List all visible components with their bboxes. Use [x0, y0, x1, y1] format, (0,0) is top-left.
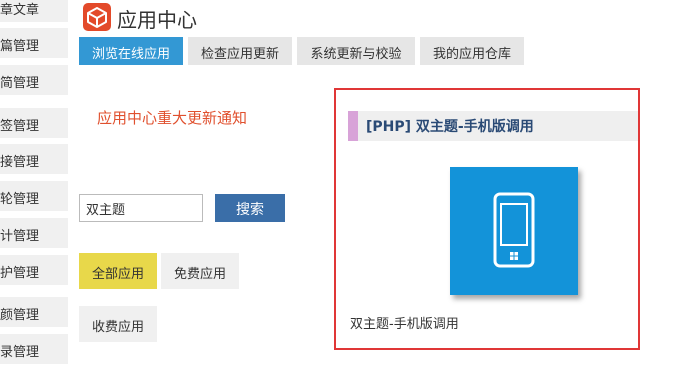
sidebar-item-briefs[interactable]: 简管理 [0, 65, 68, 95]
sidebar: 章文章 篇管理 简管理 签管理 接管理 轮管理 计管理 护管理 颜管理 录管理 [0, 0, 70, 377]
tab-browse-online[interactable]: 浏览在线应用 [79, 37, 183, 65]
sidebar-item-label: 签管理 [0, 119, 40, 134]
sidebar-item-carousel[interactable]: 轮管理 [0, 181, 68, 211]
sidebar-item-label: 护管理 [0, 266, 40, 281]
page-title: 应用中心 [117, 8, 197, 32]
sidebar-item-label: 章文章 [0, 3, 40, 18]
filter-all-apps[interactable]: 全部应用 [79, 253, 157, 289]
sidebar-item-articles[interactable]: 章文章 [0, 0, 68, 22]
sidebar-item-links[interactable]: 接管理 [0, 144, 68, 174]
sidebar-item-label: 计管理 [0, 229, 40, 244]
sidebar-item-label: 接管理 [0, 155, 40, 170]
smartphone-icon[interactable] [450, 167, 578, 295]
app-card: [PHP] 双主题-手机版调用 双主题-手机版调用 [334, 88, 640, 350]
filter-paid-apps[interactable]: 收费应用 [79, 306, 157, 342]
sidebar-item-pages[interactable]: 篇管理 [0, 28, 68, 58]
sidebar-item-maintenance[interactable]: 护管理 [0, 255, 68, 285]
sidebar-item-label: 轮管理 [0, 192, 40, 207]
sidebar-item-colors[interactable]: 颜管理 [0, 297, 68, 327]
tab-system-update[interactable]: 系统更新与校验 [297, 37, 415, 65]
search-input[interactable] [79, 194, 203, 222]
tab-check-updates[interactable]: 检查应用更新 [188, 37, 292, 65]
sidebar-item-records[interactable]: 录管理 [0, 334, 68, 364]
app-card-header[interactable]: [PHP] 双主题-手机版调用 [348, 111, 638, 141]
sidebar-item-tags[interactable]: 签管理 [0, 108, 68, 138]
filter-free-apps[interactable]: 免费应用 [161, 253, 239, 289]
search-button[interactable]: 搜索 [215, 194, 285, 222]
sidebar-item-label: 颜管理 [0, 308, 40, 323]
sidebar-item-label: 篇管理 [0, 39, 40, 54]
sidebar-item-label: 录管理 [0, 345, 40, 360]
tab-my-repository[interactable]: 我的应用仓库 [420, 37, 524, 65]
sidebar-item-stats[interactable]: 计管理 [0, 218, 68, 248]
cube-logo-icon [82, 2, 112, 32]
app-name[interactable]: 双主题-手机版调用 [350, 313, 459, 332]
sidebar-item-label: 简管理 [0, 76, 40, 91]
update-notice-link[interactable]: 应用中心重大更新通知 [97, 107, 247, 128]
